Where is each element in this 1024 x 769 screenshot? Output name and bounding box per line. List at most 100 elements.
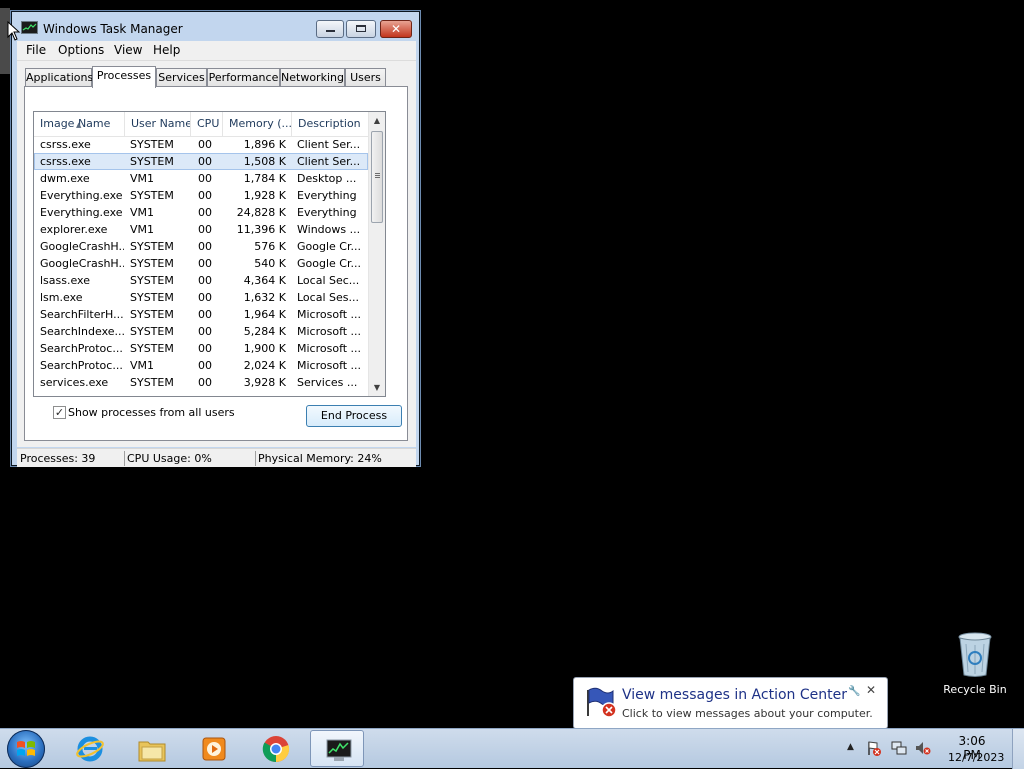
process-description: Local Sec... (297, 274, 360, 287)
process-memory: 1,508 K (243, 155, 286, 168)
process-cpu: 00 (198, 172, 212, 185)
table-row[interactable]: Everything.exe VM1 00 24,828 K Everything (34, 204, 368, 221)
scroll-down-icon[interactable]: ▼ (369, 379, 385, 396)
notification-close-button[interactable]: ✕ (866, 683, 876, 697)
column-user-name[interactable]: User Name (125, 112, 191, 136)
process-memory: 2,024 K (243, 359, 286, 372)
process-description: Microsoft ... (297, 325, 362, 338)
menu-file[interactable]: File (26, 43, 46, 57)
close-button[interactable]: ✕ (380, 20, 412, 38)
tab-users[interactable]: Users (345, 68, 386, 87)
process-user-name: SYSTEM (130, 240, 174, 253)
table-row[interactable]: csrss.exe SYSTEM 00 1,896 K Client Ser... (34, 136, 368, 153)
table-row[interactable]: GoogleCrashH... SYSTEM 00 576 K Google Cr... (34, 238, 368, 255)
notification-text: Click to view messages about your comput… (622, 707, 873, 720)
process-list[interactable]: ▲ Image Name User Name CPU Memory (... D… (33, 111, 386, 397)
table-row[interactable]: services.exe SYSTEM 00 3,928 K Services ... (34, 374, 368, 391)
taskbar: ▲ 3:06 PM 12/7/2023 (0, 728, 1024, 769)
vertical-scrollbar[interactable]: ▲ ▼ (368, 112, 385, 396)
table-row[interactable]: Everything.exe SYSTEM 00 1,928 K Everything (34, 187, 368, 204)
show-hidden-icons-button[interactable]: ▲ (847, 742, 854, 752)
end-process-button[interactable]: End Process (306, 405, 402, 427)
table-row[interactable]: SearchIndexe... SYSTEM 00 5,284 K Microsoft … (34, 323, 368, 340)
maximize-button[interactable] (346, 20, 376, 38)
process-memory: 540 K (254, 257, 286, 270)
table-row[interactable]: SearchFilterH... SYSTEM 00 1,964 K Microsoft… (34, 306, 368, 323)
taskbar-windows-explorer[interactable] (124, 730, 178, 767)
volume-muted-icon[interactable] (915, 740, 931, 756)
tab-performance[interactable]: Performance (207, 68, 280, 87)
process-image-name: csrss.exe (40, 138, 91, 151)
system-tray: ▲ 3:06 PM 12/7/2023 (845, 729, 1024, 769)
action-center-notification[interactable]: View messages in Action Center Click to … (573, 677, 888, 740)
tab-processes[interactable]: Processes (92, 66, 156, 88)
column-memory[interactable]: Memory (... (223, 112, 292, 136)
process-cpu: 00 (198, 206, 212, 219)
table-row[interactable]: dwm.exe VM1 00 1,784 K Desktop ... (34, 170, 368, 187)
maximize-icon (356, 25, 366, 32)
table-row[interactable]: lsm.exe SYSTEM 00 1,632 K Local Ses... (34, 289, 368, 306)
table-row[interactable]: explorer.exe VM1 00 11,396 K Windows ... (34, 221, 368, 238)
internet-explorer-icon (76, 736, 104, 762)
minimize-icon (326, 30, 335, 32)
process-description: Client Ser... (297, 138, 361, 151)
network-icon[interactable] (891, 740, 907, 756)
table-row[interactable]: SearchProtoc... VM1 00 2,024 K Microsoft ... (34, 357, 368, 374)
tab-networking[interactable]: Networking (280, 68, 345, 87)
media-player-icon (202, 737, 226, 761)
process-memory: 1,964 K (243, 308, 286, 321)
chrome-icon (262, 736, 290, 763)
process-memory: 24,828 K (236, 206, 286, 219)
column-image-name[interactable]: ▲ Image Name (34, 112, 125, 136)
process-memory: 1,784 K (243, 172, 286, 185)
table-row[interactable]: SearchProtoc... SYSTEM 00 1,900 K Microsoft … (34, 340, 368, 357)
start-button[interactable] (7, 730, 45, 768)
process-cpu: 00 (198, 138, 212, 151)
process-image-name: dwm.exe (40, 172, 90, 185)
menu-help[interactable]: Help (153, 43, 180, 57)
process-cpu: 00 (198, 223, 212, 236)
taskbar-google-chrome[interactable] (248, 730, 302, 767)
process-description: Microsoft ... (297, 359, 362, 372)
list-header: ▲ Image Name User Name CPU Memory (... D… (34, 112, 368, 137)
window-title: Windows Task Manager (43, 22, 183, 36)
process-cpu: 00 (198, 308, 212, 321)
action-center-icon[interactable] (866, 740, 882, 756)
title-bar[interactable]: Windows Task Manager ✕ (11, 11, 420, 43)
process-memory: 1,632 K (243, 291, 286, 304)
process-description: Local Ses... (297, 291, 359, 304)
process-user-name: VM1 (130, 172, 155, 185)
recycle-bin[interactable]: Recycle Bin (938, 628, 1012, 698)
table-row[interactable]: lsass.exe SYSTEM 00 4,364 K Local Sec... (34, 272, 368, 289)
show-all-users-checkbox[interactable]: ✓ (53, 406, 66, 419)
process-image-name: SearchFilterH... (40, 308, 124, 321)
column-description[interactable]: Description (292, 112, 368, 136)
tab-services[interactable]: Services (156, 68, 207, 87)
process-image-name: GoogleCrashH... (40, 240, 124, 253)
grip-icon (375, 173, 380, 174)
scroll-up-icon[interactable]: ▲ (369, 112, 385, 129)
process-user-name: VM1 (130, 223, 155, 236)
table-row[interactable]: csrss.exe SYSTEM 00 1,508 K Client Ser... (34, 153, 368, 170)
table-row[interactable]: GoogleCrashH... SYSTEM 00 540 K Google Cr... (34, 255, 368, 272)
process-memory: 4,364 K (243, 274, 286, 287)
show-desktop-button[interactable] (1012, 729, 1024, 769)
scroll-thumb[interactable] (371, 131, 383, 223)
sort-ascending-icon: ▲ (76, 121, 82, 129)
process-user-name: SYSTEM (130, 155, 174, 168)
tab-applications[interactable]: Applications (25, 68, 93, 87)
folder-icon (138, 741, 166, 762)
menu-options[interactable]: Options (58, 43, 104, 57)
process-image-name: lsass.exe (40, 274, 90, 287)
clock-date[interactable]: 12/7/2023 (948, 751, 1004, 764)
taskbar-task-manager[interactable] (310, 730, 364, 767)
minimize-button[interactable] (316, 20, 344, 38)
menu-view[interactable]: View (114, 43, 142, 57)
taskbar-windows-media-player[interactable] (186, 730, 240, 767)
action-center-flag-icon (587, 687, 617, 718)
column-cpu[interactable]: CPU (191, 112, 223, 136)
wrench-icon[interactable]: 🔧 (848, 686, 860, 697)
taskbar-internet-explorer[interactable] (62, 730, 116, 767)
task-manager-window: Windows Task Manager ✕ File Options View… (10, 10, 421, 467)
status-processes: Processes: 39 (20, 452, 96, 465)
